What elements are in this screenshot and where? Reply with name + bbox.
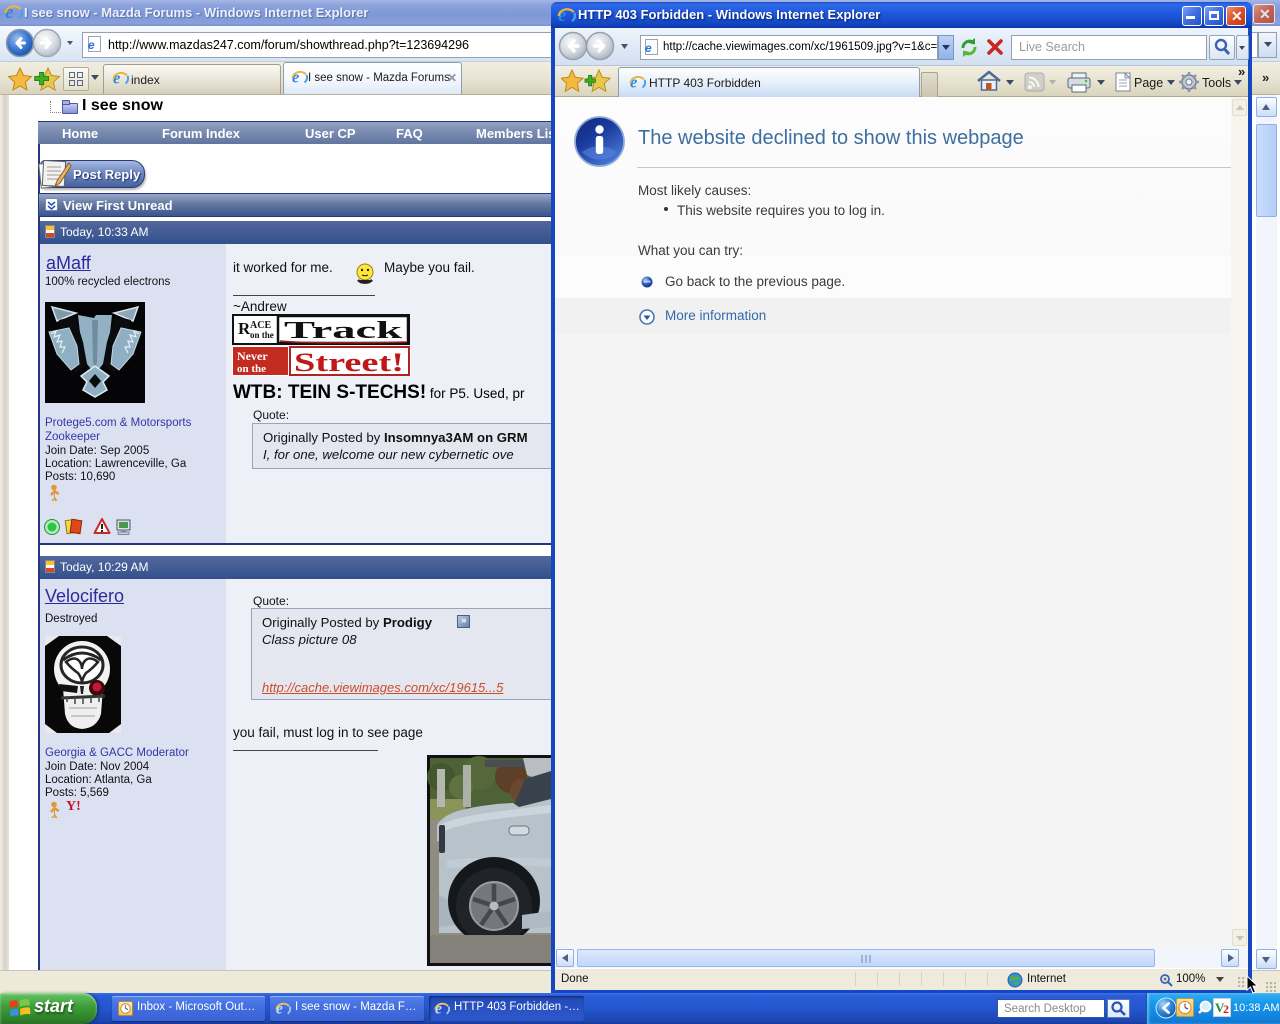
svg-text:Never: Never xyxy=(237,349,268,363)
svg-text:on the: on the xyxy=(237,363,266,375)
svg-text:Street!: Street! xyxy=(294,348,404,376)
svg-text:Track: Track xyxy=(284,318,403,344)
svg-text:Tools: Tools xyxy=(1202,76,1231,90)
svg-text:on the: on the xyxy=(250,330,274,340)
svg-text:Page: Page xyxy=(1134,76,1163,90)
